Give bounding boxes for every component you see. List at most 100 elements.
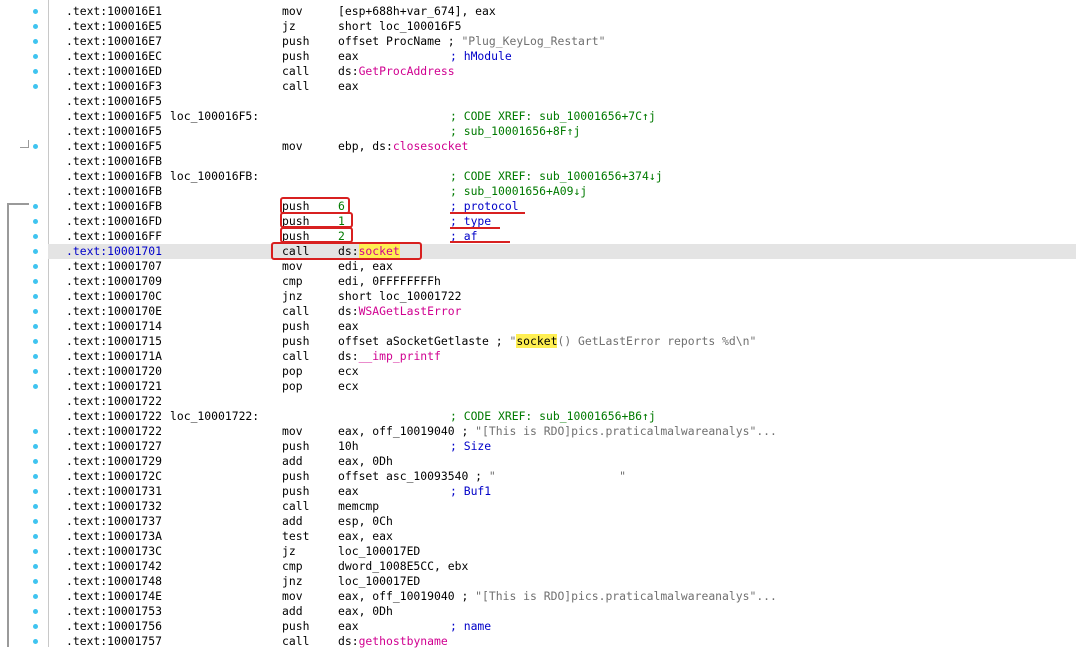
breakpoint-dot[interactable] [33, 324, 38, 329]
listing-row[interactable]: .text:100016E7 push offset ProcName ; "Plu… [48, 34, 1076, 49]
code-label[interactable]: loc_100016F5: [170, 109, 259, 124]
breakpoint-dot[interactable] [33, 369, 38, 374]
address[interactable]: .text:10001707 [66, 259, 162, 274]
address[interactable]: .text:10001721 [66, 379, 162, 394]
mnemonic[interactable]: push [282, 619, 309, 634]
operand[interactable]: eax [338, 49, 359, 64]
mnemonic[interactable]: add [282, 454, 303, 469]
mnemonic[interactable]: cmp [282, 559, 303, 574]
address[interactable]: .text:10001732 [66, 499, 162, 514]
listing-row[interactable]: .text:100016EC push eax ; hModule [48, 49, 1076, 64]
listing-row[interactable]: .text:10001756 push eax ; name [48, 619, 1076, 634]
breakpoint-dot[interactable] [33, 639, 38, 644]
address[interactable]: .text:100016F5 [66, 139, 162, 154]
disassembly-listing[interactable]: .text:100016E1 mov [esp+688h+var_674], eax… [48, 4, 1076, 649]
breakpoint-dot[interactable] [33, 549, 38, 554]
listing-row[interactable]: .text:100016F5 loc_100016F5: ; CODE XREF: … [48, 109, 1076, 124]
operand[interactable]: eax, off_10019040 ; "[This is RDO]pics.p… [338, 424, 777, 439]
address[interactable]: .text:1000173A [66, 529, 162, 544]
listing-row[interactable]: .text:100016F5 ; sub_10001656+8F↑j [48, 124, 1076, 139]
listing-row[interactable]: .text:10001742 cmp dword_1008E5CC, ebx [48, 559, 1076, 574]
breakpoint-dot[interactable] [33, 39, 38, 44]
mnemonic[interactable]: mov [282, 424, 303, 439]
operand[interactable]: offset asc_10093540 ; " " [338, 469, 626, 484]
breakpoint-dot[interactable] [33, 9, 38, 14]
operand[interactable]: loc_100017ED [338, 574, 420, 589]
operand[interactable]: esp, 0Ch [338, 514, 393, 529]
address[interactable]: .text:100016F5 [66, 124, 162, 139]
listing-row[interactable]: .text:100016F5 [48, 94, 1076, 109]
breakpoint-dot[interactable] [33, 219, 38, 224]
breakpoint-dot[interactable] [33, 339, 38, 344]
address[interactable]: .text:10001753 [66, 604, 162, 619]
listing-row[interactable]: .text:10001707 mov edi, eax [48, 259, 1076, 274]
code-label[interactable]: loc_10001722: [170, 409, 259, 424]
mnemonic[interactable]: push [282, 334, 309, 349]
listing-row[interactable]: .text:10001731 push eax ; Buf1 [48, 484, 1076, 499]
breakpoint-dot[interactable] [33, 69, 38, 74]
operand[interactable]: ds:__imp_printf [338, 349, 441, 364]
operand[interactable]: [esp+688h+var_674], eax [338, 4, 496, 19]
breakpoint-dot[interactable] [33, 54, 38, 59]
address[interactable]: .text:10001748 [66, 574, 162, 589]
address[interactable]: .text:100016F5 [66, 94, 162, 109]
operand[interactable]: offset aSocketGetlaste ; "socket() GetLa… [338, 334, 756, 349]
mnemonic[interactable]: test [282, 529, 309, 544]
listing-row[interactable]: .text:100016F3 call eax [48, 79, 1076, 94]
address[interactable]: .text:10001709 [66, 274, 162, 289]
listing-row[interactable]: .text:10001714 push eax [48, 319, 1076, 334]
address[interactable]: .text:10001722 [66, 409, 162, 424]
address[interactable]: .text:100016FB [66, 199, 162, 214]
import-name[interactable]: gethostbyname [359, 634, 448, 648]
listing-row[interactable]: .text:1000174E mov eax, off_10019040 ; "[T… [48, 589, 1076, 604]
mnemonic[interactable]: pop [282, 364, 303, 379]
listing-row[interactable]: .text:100016FB [48, 154, 1076, 169]
mnemonic[interactable]: mov [282, 4, 303, 19]
address[interactable]: .text:1000170C [66, 289, 162, 304]
listing-row[interactable]: .text:1000171A call ds:__imp_printf [48, 349, 1076, 364]
address[interactable]: .text:100016F3 [66, 79, 162, 94]
address[interactable]: .text:10001701 [66, 244, 162, 259]
listing-row[interactable]: .text:10001732 call memcmp [48, 499, 1076, 514]
address[interactable]: .text:1000173C [66, 544, 162, 559]
listing-row[interactable]: .text:10001753 add eax, 0Dh [48, 604, 1076, 619]
operand[interactable]: dword_1008E5CC, ebx [338, 559, 468, 574]
operand[interactable]: eax [338, 79, 359, 94]
address[interactable]: .text:100016FD [66, 214, 162, 229]
listing-row[interactable]: .text:1000170E call ds:WSAGetLastError [48, 304, 1076, 319]
breakpoint-dot[interactable] [33, 474, 38, 479]
address[interactable]: .text:1000174E [66, 589, 162, 604]
address[interactable]: .text:100016FB [66, 169, 162, 184]
address[interactable]: .text:100016EC [66, 49, 162, 64]
mnemonic[interactable]: jnz [282, 574, 303, 589]
breakpoint-dot[interactable] [33, 309, 38, 314]
listing-row[interactable]: .text:100016FB push 6; protocol [48, 199, 1076, 214]
address[interactable]: .text:1000171A [66, 349, 162, 364]
import-name[interactable]: GetProcAddress [359, 64, 455, 78]
address[interactable]: .text:10001722 [66, 394, 162, 409]
operand[interactable]: eax [338, 484, 359, 499]
breakpoint-dot[interactable] [33, 204, 38, 209]
address[interactable]: .text:100016ED [66, 64, 162, 79]
operand[interactable]: short loc_10001722 [338, 289, 461, 304]
operand[interactable]: eax [338, 319, 359, 334]
breakpoint-dot[interactable] [33, 444, 38, 449]
listing-row[interactable]: .text:100016FF push 2; af [48, 229, 1076, 244]
listing-row[interactable]: .text:100016E1 mov [esp+688h+var_674], eax [48, 4, 1076, 19]
breakpoint-dot[interactable] [33, 279, 38, 284]
address[interactable]: .text:10001731 [66, 484, 162, 499]
address[interactable]: .text:10001756 [66, 619, 162, 634]
breakpoint-dot[interactable] [33, 249, 38, 254]
listing-row[interactable]: .text:10001722 loc_10001722: ; CODE XREF: … [48, 409, 1076, 424]
listing-row[interactable]: .text:10001729 add eax, 0Dh [48, 454, 1076, 469]
operand[interactable]: offset ProcName ; "Plug_KeyLog_Restart" [338, 34, 605, 49]
breakpoint-dot[interactable] [33, 84, 38, 89]
operand[interactable]: ecx [338, 379, 359, 394]
mnemonic[interactable]: jnz [282, 289, 303, 304]
operand[interactable]: ebp, ds:closesocket [338, 139, 468, 154]
listing-row[interactable]: .text:1000173A test eax, eax [48, 529, 1076, 544]
breakpoint-dot[interactable] [33, 609, 38, 614]
breakpoint-dot[interactable] [33, 384, 38, 389]
breakpoint-dot[interactable] [33, 429, 38, 434]
operand[interactable]: edi, 0FFFFFFFFh [338, 274, 441, 289]
